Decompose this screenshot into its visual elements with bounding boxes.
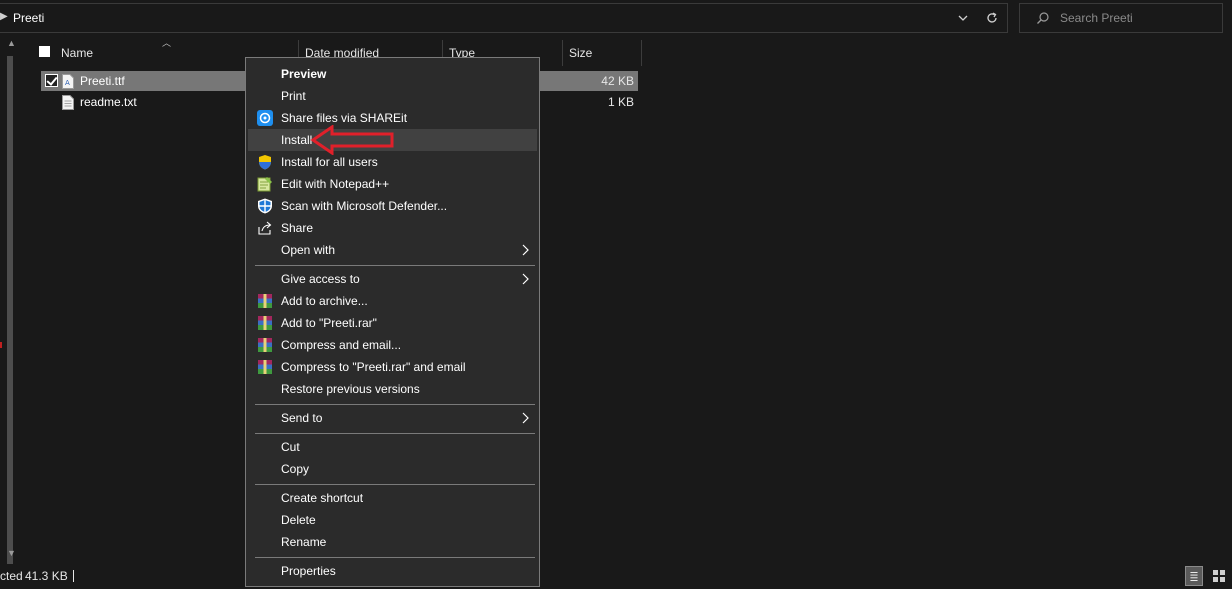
menu-item-create-shortcut[interactable]: Create shortcut (248, 487, 537, 509)
submenu-chevron-icon (522, 273, 529, 285)
menu-item-label: Add to archive... (281, 294, 368, 308)
winrar-icon (258, 338, 272, 352)
menu-item-edit-notepadpp[interactable]: Edit with Notepad++ (248, 173, 537, 195)
menu-item-label: Open with (281, 243, 336, 257)
defender-icon (258, 198, 272, 214)
menu-item-print[interactable]: Print (248, 85, 537, 107)
column-header-name[interactable]: Name (61, 46, 93, 60)
menu-item-label: Preview (281, 67, 327, 81)
status-selected-text: cted (0, 569, 23, 583)
menu-separator (255, 404, 535, 405)
breadcrumb-chevron-icon[interactable]: ▶ (0, 11, 8, 22)
menu-item-give-access[interactable]: Give access to (248, 268, 537, 290)
menu-item-label: Send to (281, 411, 323, 425)
nav-scrollbar-thumb[interactable] (7, 56, 13, 568)
uac-shield-icon (259, 155, 271, 170)
winrar-icon (258, 316, 272, 330)
file-name[interactable]: Preeti.ttf (80, 74, 125, 88)
search-icon (1037, 12, 1049, 24)
column-divider[interactable] (641, 40, 642, 66)
menu-item-label: Share files via SHAREit (281, 111, 408, 125)
menu-item-copy[interactable]: Copy (248, 458, 537, 480)
svg-text:A: A (65, 79, 70, 87)
winrar-icon (258, 294, 272, 308)
menu-item-add-to-rar[interactable]: Add to "Preeti.rar" (248, 312, 537, 334)
menu-item-label: Scan with Microsoft Defender... (281, 199, 448, 213)
menu-item-open-with[interactable]: Open with (248, 239, 537, 261)
row-checkbox[interactable] (45, 74, 58, 87)
menu-item-label: Delete (281, 513, 316, 527)
menu-item-label: Compress to "Preeti.rar" and email (281, 360, 466, 374)
menu-separator (255, 557, 535, 558)
menu-separator (255, 265, 535, 266)
menu-item-label: Edit with Notepad++ (281, 177, 390, 191)
menu-item-label: Give access to (281, 272, 360, 286)
menu-item-label: Create shortcut (281, 491, 364, 505)
menu-item-send-to[interactable]: Send to (248, 407, 537, 429)
large-icons-view-icon[interactable] (1210, 566, 1228, 586)
status-size-text: 41.3 KB (25, 569, 68, 583)
file-size: 1 KB (607, 95, 634, 109)
annotation-arrow-icon (310, 125, 394, 155)
menu-item-label: Install (281, 133, 313, 147)
text-file-icon (62, 95, 74, 110)
shareit-icon (257, 110, 273, 126)
nav-marker (0, 342, 2, 348)
share-icon (258, 221, 272, 235)
menu-item-add-to-archive[interactable]: Add to archive... (248, 290, 537, 312)
column-header-size[interactable]: Size (569, 46, 592, 60)
font-file-icon: A (62, 74, 74, 89)
notepad-plus-plus-icon (257, 177, 272, 192)
menu-item-compress-email[interactable]: Compress and email... (248, 334, 537, 356)
status-divider (73, 570, 74, 582)
column-divider[interactable] (562, 40, 563, 66)
address-history-dropdown-icon[interactable] (956, 11, 970, 25)
navigation-pane[interactable]: ▲ ▼ (0, 36, 22, 568)
menu-item-restore-versions[interactable]: Restore previous versions (248, 378, 537, 400)
submenu-chevron-icon (522, 412, 529, 424)
sort-ascending-icon: ︿ (162, 38, 172, 48)
search-box[interactable]: Search Preeti (1019, 3, 1223, 33)
menu-item-share[interactable]: Share (248, 217, 537, 239)
menu-item-label: Print (281, 89, 306, 103)
address-bar[interactable]: ▶ Preeti (0, 3, 1008, 33)
menu-item-label: Cut (281, 440, 300, 454)
column-header-row: ︿ Name Date modified Type Size (22, 36, 1232, 66)
submenu-chevron-icon (522, 244, 529, 256)
search-placeholder: Search Preeti (1060, 11, 1133, 25)
menu-item-label: Compress and email... (281, 338, 402, 352)
winrar-icon (258, 360, 272, 374)
breadcrumb-current-folder[interactable]: Preeti (13, 11, 44, 25)
title-bar: ▶ Preeti Search Preeti (0, 0, 1232, 36)
select-all-checkbox[interactable] (39, 46, 50, 57)
menu-separator (255, 484, 535, 485)
menu-item-rename[interactable]: Rename (248, 531, 537, 553)
scroll-down-icon[interactable]: ▼ (7, 548, 16, 558)
menu-item-scan-defender[interactable]: Scan with Microsoft Defender... (248, 195, 537, 217)
menu-item-label: Rename (281, 535, 327, 549)
menu-item-delete[interactable]: Delete (248, 509, 537, 531)
menu-item-label: Add to "Preeti.rar" (281, 316, 377, 330)
file-name[interactable]: readme.txt (80, 95, 137, 109)
menu-separator (255, 433, 535, 434)
menu-item-properties[interactable]: Properties (248, 560, 537, 582)
refresh-icon[interactable] (985, 11, 999, 25)
menu-item-label: Restore previous versions (281, 382, 420, 396)
menu-item-cut[interactable]: Cut (248, 436, 537, 458)
menu-item-compress-rar-email[interactable]: Compress to "Preeti.rar" and email (248, 356, 537, 378)
status-bar: cted 41.3 KB (0, 564, 1232, 589)
file-size: 42 KB (601, 74, 634, 88)
menu-item-label: Share (281, 221, 314, 235)
menu-item-preview[interactable]: Preview (248, 63, 537, 85)
menu-item-label: Install for all users (281, 155, 378, 169)
menu-item-label: Copy (281, 462, 310, 476)
menu-item-label: Properties (281, 564, 336, 578)
details-view-icon[interactable] (1185, 566, 1203, 586)
scroll-up-icon[interactable]: ▲ (7, 38, 16, 48)
